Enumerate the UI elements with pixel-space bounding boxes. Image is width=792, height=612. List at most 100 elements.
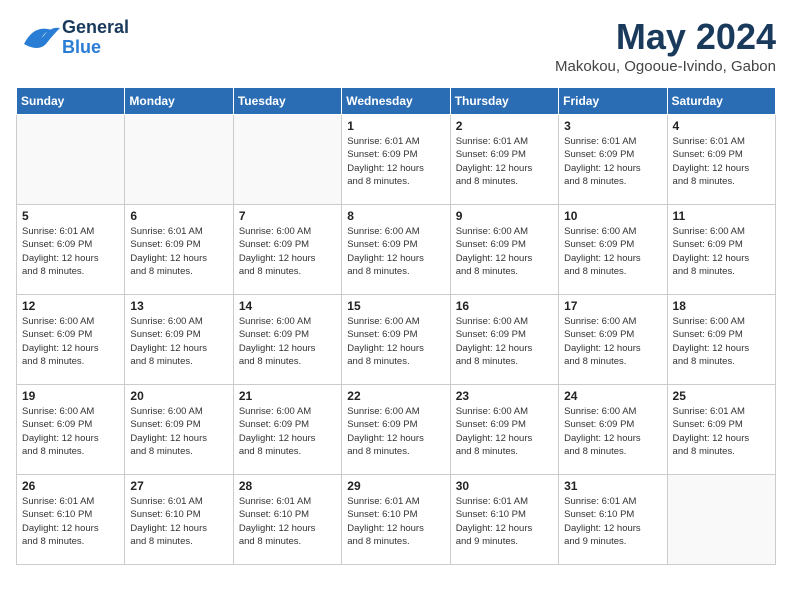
page-header: General Blue May 2024 Makokou, Ogooue-Iv… (16, 16, 776, 75)
header-monday: Monday (125, 88, 233, 115)
day-info: Sunrise: 6:00 AM Sunset: 6:09 PM Dayligh… (347, 315, 444, 368)
calendar-body: 1 Sunrise: 6:01 AM Sunset: 6:09 PM Daylig… (17, 115, 776, 565)
calendar-cell: 12 Sunrise: 6:00 AM Sunset: 6:09 PM Dayli… (17, 295, 125, 385)
day-info: Sunrise: 6:01 AM Sunset: 6:09 PM Dayligh… (130, 225, 227, 278)
day-info: Sunrise: 6:01 AM Sunset: 6:09 PM Dayligh… (673, 405, 770, 458)
day-info: Sunrise: 6:01 AM Sunset: 6:10 PM Dayligh… (456, 495, 553, 548)
header-saturday: Saturday (667, 88, 775, 115)
day-info: Sunrise: 6:01 AM Sunset: 6:10 PM Dayligh… (347, 495, 444, 548)
day-info: Sunrise: 6:00 AM Sunset: 6:09 PM Dayligh… (347, 405, 444, 458)
calendar-cell: 28 Sunrise: 6:01 AM Sunset: 6:10 PM Dayli… (233, 475, 341, 565)
day-info: Sunrise: 6:01 AM Sunset: 6:09 PM Dayligh… (673, 135, 770, 188)
calendar-week-4: 19 Sunrise: 6:00 AM Sunset: 6:09 PM Dayli… (17, 385, 776, 475)
calendar-cell: 17Sunrise: 6:00 AM Sunset: 6:09 PM Dayli… (559, 295, 667, 385)
day-info: Sunrise: 6:00 AM Sunset: 6:09 PM Dayligh… (22, 315, 119, 368)
calendar-cell: 2Sunrise: 6:01 AM Sunset: 6:09 PM Daylig… (450, 115, 558, 205)
day-info: Sunrise: 6:00 AM Sunset: 6:09 PM Dayligh… (22, 405, 119, 458)
calendar-cell: 22 Sunrise: 6:00 AM Sunset: 6:09 PM Dayli… (342, 385, 450, 475)
logo: General Blue (16, 16, 129, 60)
logo-general-text: General (62, 18, 129, 38)
day-number: 15 (347, 299, 444, 313)
calendar-cell: 25 Sunrise: 6:01 AM Sunset: 6:09 PM Dayli… (667, 385, 775, 475)
day-info: Sunrise: 6:01 AM Sunset: 6:10 PM Dayligh… (239, 495, 336, 548)
day-info: Sunrise: 6:00 AM Sunset: 6:09 PM Dayligh… (564, 405, 661, 458)
calendar-week-5: 26 Sunrise: 6:01 AM Sunset: 6:10 PM Dayli… (17, 475, 776, 565)
location: Makokou, Ogooue-Ivindo, Gabon (555, 58, 776, 75)
day-info: Sunrise: 6:00 AM Sunset: 6:09 PM Dayligh… (456, 225, 553, 278)
days-of-week-row: Sunday Monday Tuesday Wednesday Thursday… (17, 88, 776, 115)
header-sunday: Sunday (17, 88, 125, 115)
day-number: 13 (130, 299, 227, 313)
calendar-cell: 5Sunrise: 6:01 AM Sunset: 6:09 PM Daylig… (17, 205, 125, 295)
calendar-cell: 27Sunrise: 6:01 AM Sunset: 6:10 PM Dayli… (125, 475, 233, 565)
day-info: Sunrise: 6:00 AM Sunset: 6:09 PM Dayligh… (239, 405, 336, 458)
day-info: Sunrise: 6:00 AM Sunset: 6:09 PM Dayligh… (239, 225, 336, 278)
calendar-cell: 7 Sunrise: 6:00 AM Sunset: 6:09 PM Daylig… (233, 205, 341, 295)
calendar-cell: 10Sunrise: 6:00 AM Sunset: 6:09 PM Dayli… (559, 205, 667, 295)
day-number: 24 (564, 389, 661, 403)
calendar-cell: 15 Sunrise: 6:00 AM Sunset: 6:09 PM Dayli… (342, 295, 450, 385)
day-number: 31 (564, 479, 661, 493)
month-year: May 2024 (555, 16, 776, 58)
day-number: 3 (564, 119, 661, 133)
day-number: 28 (239, 479, 336, 493)
day-info: Sunrise: 6:00 AM Sunset: 6:09 PM Dayligh… (456, 405, 553, 458)
logo-icon (16, 16, 60, 60)
calendar-cell: 26Sunrise: 6:01 AM Sunset: 6:10 PM Dayli… (17, 475, 125, 565)
calendar-cell: 4 Sunrise: 6:01 AM Sunset: 6:09 PM Daylig… (667, 115, 775, 205)
day-number: 26 (22, 479, 119, 493)
calendar-cell: 20Sunrise: 6:00 AM Sunset: 6:09 PM Dayli… (125, 385, 233, 475)
day-number: 19 (22, 389, 119, 403)
day-number: 1 (347, 119, 444, 133)
day-number: 22 (347, 389, 444, 403)
day-number: 9 (456, 209, 553, 223)
calendar-cell (667, 475, 775, 565)
calendar-cell: 29 Sunrise: 6:01 AM Sunset: 6:10 PM Dayli… (342, 475, 450, 565)
day-info: Sunrise: 6:01 AM Sunset: 6:09 PM Dayligh… (564, 135, 661, 188)
calendar-cell: 14 Sunrise: 6:00 AM Sunset: 6:09 PM Dayli… (233, 295, 341, 385)
day-number: 18 (673, 299, 770, 313)
day-number: 4 (673, 119, 770, 133)
header-thursday: Thursday (450, 88, 558, 115)
calendar-cell: 8Sunrise: 6:00 AM Sunset: 6:09 PM Daylig… (342, 205, 450, 295)
calendar-cell: 13Sunrise: 6:00 AM Sunset: 6:09 PM Dayli… (125, 295, 233, 385)
day-number: 14 (239, 299, 336, 313)
day-number: 12 (22, 299, 119, 313)
day-number: 7 (239, 209, 336, 223)
calendar-cell (233, 115, 341, 205)
day-number: 2 (456, 119, 553, 133)
calendar-header: Sunday Monday Tuesday Wednesday Thursday… (17, 88, 776, 115)
calendar-week-2: 5 Sunrise: 6:01 AM Sunset: 6:09 PM Daylig… (17, 205, 776, 295)
calendar-cell: 11 Sunrise: 6:00 AM Sunset: 6:09 PM Dayli… (667, 205, 775, 295)
header-friday: Friday (559, 88, 667, 115)
calendar-cell: 30Sunrise: 6:01 AM Sunset: 6:10 PM Dayli… (450, 475, 558, 565)
calendar-cell: 6Sunrise: 6:01 AM Sunset: 6:09 PM Daylig… (125, 205, 233, 295)
day-info: Sunrise: 6:00 AM Sunset: 6:09 PM Dayligh… (239, 315, 336, 368)
day-info: Sunrise: 6:01 AM Sunset: 6:10 PM Dayligh… (564, 495, 661, 548)
calendar-cell: 16 Sunrise: 6:00 AM Sunset: 6:09 PM Dayli… (450, 295, 558, 385)
day-number: 5 (22, 209, 119, 223)
calendar-cell: 21 Sunrise: 6:00 AM Sunset: 6:09 PM Dayli… (233, 385, 341, 475)
calendar-cell (17, 115, 125, 205)
day-number: 16 (456, 299, 553, 313)
day-info: Sunrise: 6:01 AM Sunset: 6:09 PM Dayligh… (347, 135, 444, 188)
day-info: Sunrise: 6:00 AM Sunset: 6:09 PM Dayligh… (564, 315, 661, 368)
day-number: 27 (130, 479, 227, 493)
day-number: 29 (347, 479, 444, 493)
header-tuesday: Tuesday (233, 88, 341, 115)
calendar-cell: 9 Sunrise: 6:00 AM Sunset: 6:09 PM Daylig… (450, 205, 558, 295)
calendar-week-3: 12 Sunrise: 6:00 AM Sunset: 6:09 PM Dayli… (17, 295, 776, 385)
calendar-cell: 18Sunrise: 6:00 AM Sunset: 6:09 PM Dayli… (667, 295, 775, 385)
calendar-cell (125, 115, 233, 205)
day-number: 21 (239, 389, 336, 403)
calendar-cell: 31 Sunrise: 6:01 AM Sunset: 6:10 PM Dayli… (559, 475, 667, 565)
day-number: 25 (673, 389, 770, 403)
calendar-cell: 1 Sunrise: 6:01 AM Sunset: 6:09 PM Daylig… (342, 115, 450, 205)
header-wednesday: Wednesday (342, 88, 450, 115)
day-number: 11 (673, 209, 770, 223)
day-number: 20 (130, 389, 227, 403)
calendar-cell: 23Sunrise: 6:00 AM Sunset: 6:09 PM Dayli… (450, 385, 558, 475)
day-info: Sunrise: 6:00 AM Sunset: 6:09 PM Dayligh… (673, 225, 770, 278)
calendar-cell: 19 Sunrise: 6:00 AM Sunset: 6:09 PM Dayli… (17, 385, 125, 475)
day-info: Sunrise: 6:00 AM Sunset: 6:09 PM Dayligh… (456, 315, 553, 368)
